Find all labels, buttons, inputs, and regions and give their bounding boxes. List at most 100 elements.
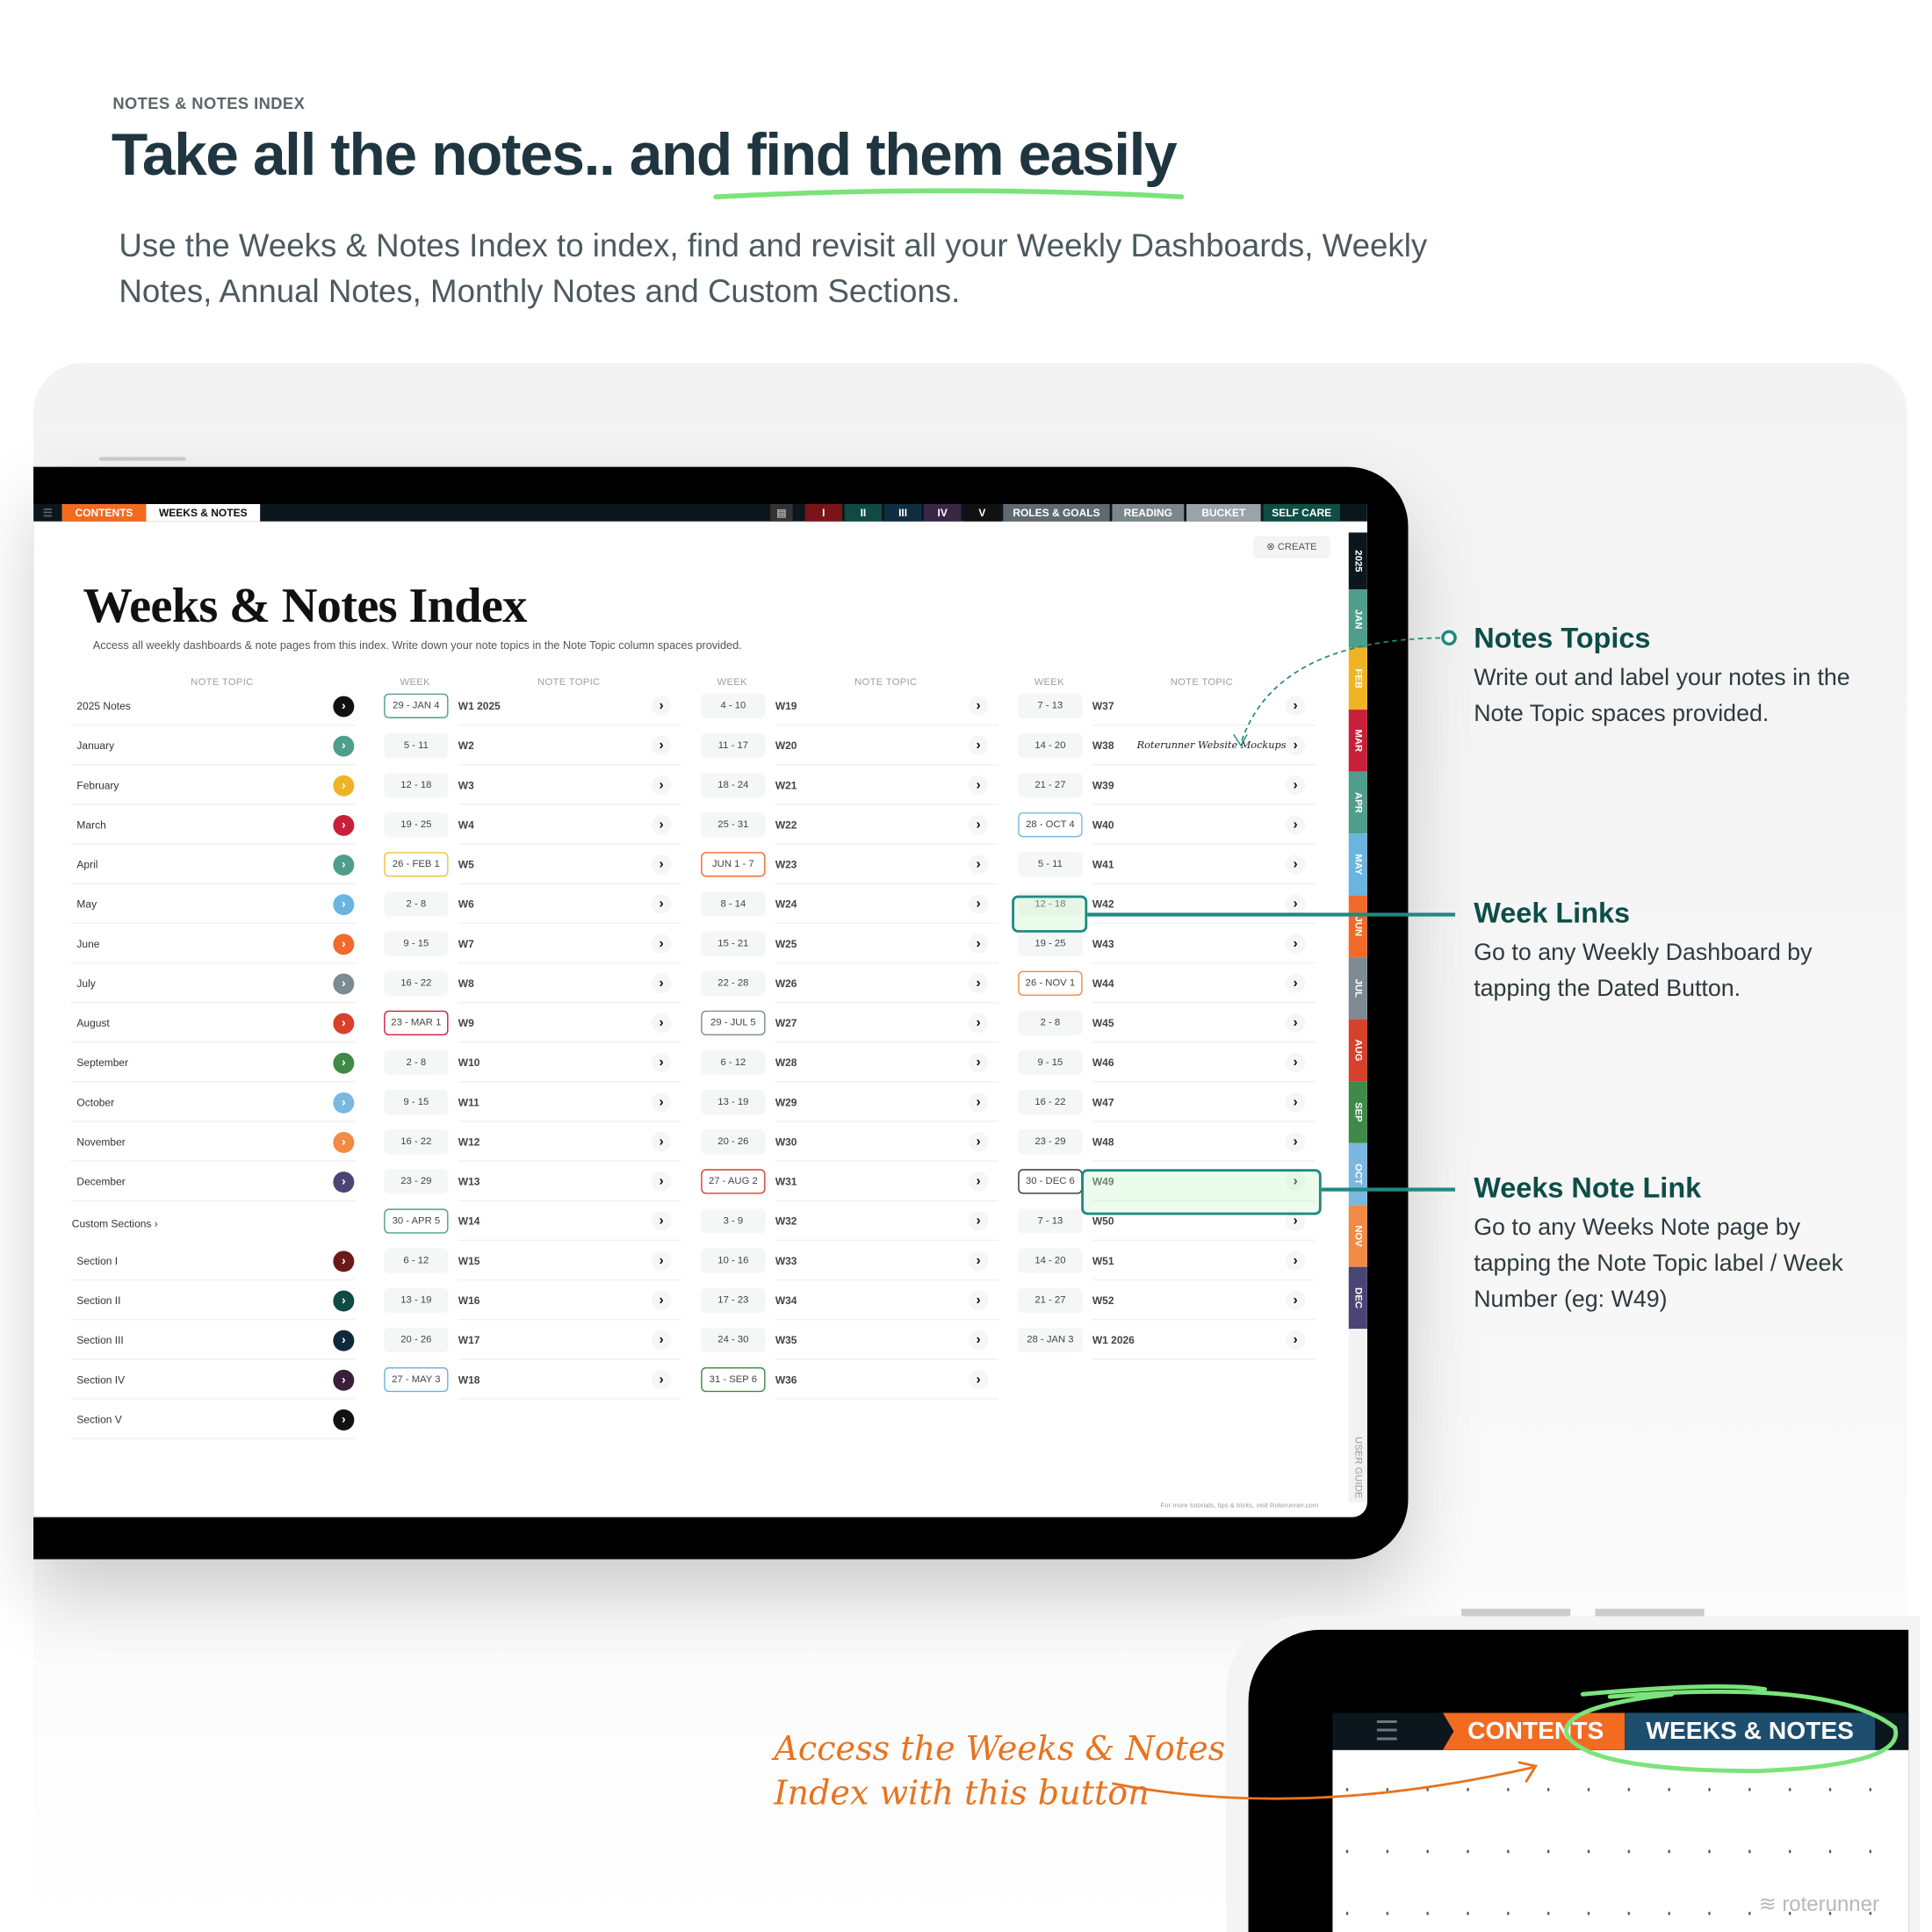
week-date-button[interactable]: 26 - NOV 1 [1018, 970, 1083, 996]
chevron-right-icon[interactable]: › [651, 1092, 672, 1113]
arrow-circle-icon[interactable]: › [333, 1052, 355, 1074]
arrow-circle-icon[interactable]: › [333, 854, 355, 876]
week-date-button[interactable]: 19 - 25 [384, 812, 449, 838]
week-number-link[interactable]: W33 [775, 1255, 797, 1267]
week-date-button[interactable]: 16 - 22 [384, 1129, 449, 1155]
chevron-right-icon[interactable]: › [968, 1171, 989, 1192]
week-date-button[interactable]: 23 - 29 [1018, 1129, 1083, 1155]
week-date-button[interactable]: 20 - 26 [701, 1129, 766, 1155]
week-number-link[interactable]: W10 [458, 1056, 480, 1069]
week-number-link[interactable]: W28 [775, 1056, 797, 1069]
chevron-right-icon[interactable]: › [968, 1131, 989, 1152]
week-number-link[interactable]: W44 [1092, 977, 1114, 990]
month-tab-dec[interactable]: DEC [1348, 1266, 1367, 1330]
week-date-button[interactable]: 15 - 21 [701, 931, 766, 956]
week-date-button[interactable]: 13 - 19 [701, 1090, 766, 1115]
chevron-right-icon[interactable]: › [651, 1013, 672, 1034]
note-topic-september[interactable]: September [76, 1056, 128, 1069]
chevron-right-icon[interactable]: › [1285, 1251, 1306, 1271]
week-date-button[interactable]: 7 - 13 [1018, 693, 1083, 718]
week-date-button[interactable]: 9 - 15 [384, 1090, 449, 1115]
month-tab-2025[interactable]: 2025 [1348, 532, 1367, 590]
chevron-right-icon[interactable]: › [651, 735, 672, 756]
week-number-link[interactable]: W36 [775, 1373, 797, 1386]
week-number-link[interactable]: W4 [458, 818, 474, 831]
week-date-button[interactable]: 29 - JUL 5 [701, 1010, 766, 1035]
week-number-link[interactable]: W46 [1092, 1056, 1114, 1069]
week-number-link[interactable]: W20 [775, 739, 797, 752]
tab-v[interactable]: V [963, 503, 1001, 522]
arrow-circle-icon[interactable]: › [333, 1330, 355, 1352]
section-2[interactable]: Section II [76, 1294, 120, 1307]
week-date-button[interactable]: 24 - 30 [701, 1327, 766, 1353]
month-tab-oct[interactable]: OCT [1348, 1143, 1367, 1206]
note-topic-december[interactable]: December [76, 1175, 125, 1187]
tab-self-care[interactable]: SELF CARE [1263, 503, 1340, 522]
chevron-right-icon[interactable]: › [968, 735, 989, 756]
week-date-button[interactable]: 14 - 20 [1018, 732, 1083, 759]
week-number-link[interactable]: W9 [458, 1017, 474, 1029]
chevron-right-icon[interactable]: › [651, 1131, 672, 1152]
chevron-right-icon[interactable]: › [1285, 1290, 1306, 1311]
week-number-link[interactable]: W43 [1092, 938, 1114, 950]
chevron-right-icon[interactable]: › [1285, 1330, 1306, 1351]
week-date-button[interactable]: 21 - 27 [1018, 1287, 1083, 1313]
user-guide-tab[interactable]: USER GUIDE [1348, 1329, 1367, 1503]
chevron-right-icon[interactable]: › [968, 1052, 989, 1073]
tab-weeks-notes[interactable]: WEEKS & NOTES [146, 503, 261, 522]
week-number-link[interactable]: W42 [1092, 898, 1114, 910]
week-date-button[interactable]: 5 - 11 [384, 732, 449, 759]
week-number-link[interactable]: W17 [458, 1334, 480, 1346]
week-date-button[interactable]: 2 - 8 [384, 891, 449, 917]
week-date-button[interactable]: 26 - FEB 1 [384, 852, 449, 877]
note-topic-june[interactable]: June [76, 938, 99, 950]
list-icon[interactable]: ▤ [770, 503, 793, 522]
custom-sections-link[interactable]: Custom Sections › [72, 1217, 158, 1229]
arrow-circle-icon[interactable]: › [333, 775, 355, 797]
arrow-circle-icon[interactable]: › [333, 814, 355, 836]
week-number-link[interactable]: W1 2025 [458, 700, 501, 712]
week-date-button[interactable]: 7 - 13 [1018, 1208, 1083, 1234]
arrow-circle-icon[interactable]: › [333, 973, 355, 995]
week-date-button[interactable]: 9 - 15 [384, 931, 449, 956]
arrow-circle-icon[interactable]: › [333, 1013, 355, 1034]
chevron-right-icon[interactable]: › [968, 1369, 989, 1390]
week-date-button[interactable]: 6 - 12 [384, 1248, 449, 1273]
note-topic-august[interactable]: August [76, 1017, 109, 1029]
chevron-right-icon[interactable]: › [968, 854, 989, 875]
chevron-right-icon[interactable]: › [968, 696, 989, 717]
tab-ii[interactable]: II [844, 503, 883, 522]
week-number-link[interactable]: W22 [775, 818, 797, 831]
chevron-right-icon[interactable]: › [651, 854, 672, 875]
week-date-button[interactable]: 17 - 23 [701, 1287, 766, 1313]
week-date-button[interactable]: 8 - 14 [701, 891, 766, 917]
chevron-right-icon[interactable]: › [651, 973, 672, 994]
week-date-button[interactable]: 29 - JAN 4 [384, 693, 449, 718]
arrow-circle-icon[interactable]: › [333, 1290, 355, 1312]
week-number-link[interactable]: W27 [775, 1017, 797, 1029]
tab-reading[interactable]: READING [1112, 503, 1185, 522]
week-number-link[interactable]: W11 [458, 1096, 479, 1108]
week-date-button[interactable]: 2 - 8 [384, 1049, 449, 1076]
week-date-button[interactable]: 10 - 16 [701, 1248, 766, 1273]
tab-iv[interactable]: IV [924, 503, 962, 522]
month-tab-sep[interactable]: SEP [1348, 1081, 1367, 1143]
arrow-circle-icon[interactable]: › [333, 1369, 355, 1391]
week-date-button[interactable]: 21 - 27 [1018, 773, 1083, 798]
week-date-button[interactable]: 28 - OCT 4 [1018, 812, 1083, 838]
chevron-right-icon[interactable]: › [651, 1251, 672, 1271]
week-number-link[interactable]: W31 [775, 1175, 797, 1187]
chevron-right-icon[interactable]: › [651, 894, 672, 914]
chevron-right-icon[interactable]: › [651, 775, 672, 796]
tab-contents[interactable]: CONTENTS [61, 503, 147, 522]
tab-iii[interactable]: III [883, 503, 922, 522]
note-topic-may[interactable]: May [76, 898, 97, 910]
week-number-link[interactable]: W51 [1092, 1255, 1114, 1267]
arrow-circle-icon[interactable]: › [333, 696, 355, 717]
week-date-button[interactable]: JUN 1 - 7 [701, 852, 766, 877]
chevron-right-icon[interactable]: › [968, 1092, 989, 1113]
week-date-button[interactable]: 23 - 29 [384, 1169, 449, 1194]
menu-icon[interactable]: ☰ [33, 504, 61, 522]
week-date-button[interactable]: 2 - 8 [1018, 1010, 1083, 1035]
week-date-button[interactable]: 20 - 26 [384, 1327, 449, 1353]
